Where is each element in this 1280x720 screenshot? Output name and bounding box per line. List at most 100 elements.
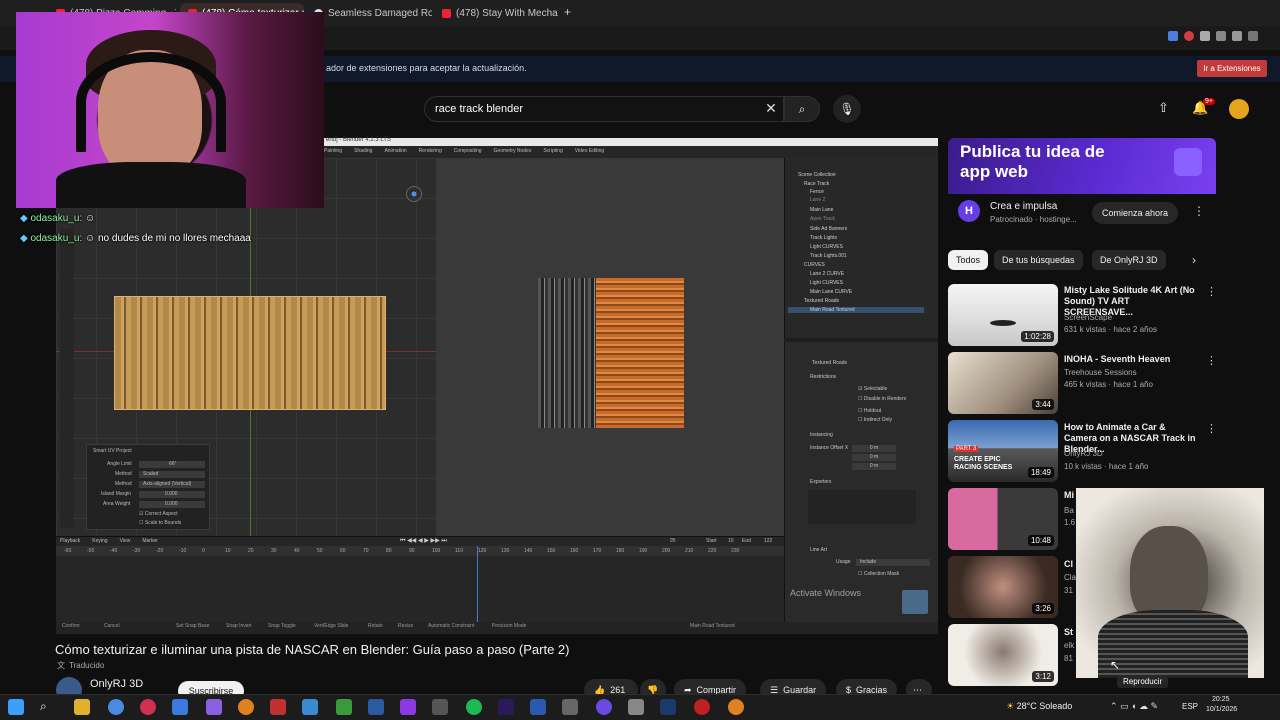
navigation-gizmo-icon[interactable] <box>406 186 422 202</box>
selectable-checkbox[interactable]: ☑ Selectable <box>858 386 887 392</box>
voicemod-icon[interactable] <box>270 699 286 715</box>
uv-row-value[interactable]: 0.000 <box>139 501 205 508</box>
properties-section[interactable]: Restrictions <box>810 374 836 380</box>
properties-section[interactable]: Line Art <box>810 547 827 553</box>
search-button[interactable]: ⌕ <box>784 96 820 122</box>
related-video-title[interactable]: INOHA - Seventh Heaven <box>1064 354 1200 365</box>
channel-name[interactable]: OnlyRJ 3D <box>90 678 143 690</box>
instance-offset-y[interactable]: 0 m <box>852 454 896 461</box>
playback-controls[interactable]: ⏮ ◀◀ ◀ ▶ ▶▶ ⏭ <box>400 537 447 545</box>
app-icon[interactable] <box>432 699 448 715</box>
menu-icon[interactable] <box>1248 31 1258 41</box>
related-video-title[interactable]: Mi <box>1064 490 1074 500</box>
go-to-extensions-button[interactable]: Ir a Extensiones <box>1197 60 1267 77</box>
app-icon[interactable] <box>694 699 710 715</box>
clock-time[interactable]: 20:25 <box>1212 696 1230 703</box>
video-player[interactable]: end] - Blender 4.2.3 LTS Painting Shadin… <box>56 137 938 634</box>
chip-all[interactable]: Todos <box>948 250 989 270</box>
blender-icon[interactable] <box>728 699 744 715</box>
timeline-menu[interactable]: Marker <box>142 538 158 544</box>
uv-row-value[interactable]: Scaled <box>139 471 205 478</box>
language-indicator[interactable]: ESP <box>1182 702 1198 711</box>
uv-row-value[interactable]: 66° <box>139 461 205 468</box>
app-icon[interactable] <box>336 699 352 715</box>
disable-in-renders-checkbox[interactable]: ☐ Disable in Renders <box>858 396 906 402</box>
outliner-item-selected[interactable]: Main Road Textured <box>788 307 924 313</box>
outliner-item[interactable]: Light CURVES <box>810 244 843 250</box>
edge-icon[interactable] <box>172 699 188 715</box>
system-tray-icons[interactable]: ⌃ ▭ ◖ ☁ ✎ <box>1110 701 1158 712</box>
shield-icon[interactable] <box>1216 31 1226 41</box>
browser-tab[interactable]: (478) Stay With Mecha - Y... <box>434 3 560 23</box>
properties-section[interactable]: Instancing <box>810 432 833 438</box>
browser-tab[interactable]: Seamless Damaged Road... <box>306 3 432 23</box>
outliner-item[interactable]: Main Lane CURVE <box>810 289 852 295</box>
uv-row-value[interactable]: 0.000 <box>139 491 205 498</box>
end-frame[interactable]: 122 <box>764 538 772 544</box>
outliner-item[interactable]: Side Ad Banners <box>810 226 847 232</box>
related-video-channel[interactable]: Ba <box>1064 506 1074 515</box>
account-avatar[interactable] <box>1229 99 1249 119</box>
visual-studio-icon[interactable] <box>368 699 384 715</box>
opera-icon[interactable] <box>140 699 156 715</box>
related-more-icon[interactable]: ⋮ <box>1206 422 1217 435</box>
outliner-item[interactable]: Race Track <box>804 181 829 187</box>
indirect-only-checkbox[interactable]: ☐ Indirect Only <box>858 417 892 423</box>
usage-select[interactable]: Include <box>856 559 930 566</box>
timeline-menu[interactable]: View <box>120 538 131 544</box>
related-video-thumbnail[interactable]: 1:02:28 <box>948 284 1058 346</box>
related-video-channel[interactable]: Treehouse Sessions <box>1064 368 1137 377</box>
outliner-item[interactable]: Scene Collection <box>798 172 836 178</box>
holdout-checkbox[interactable]: ☐ Holdout <box>858 408 881 414</box>
app-icon[interactable] <box>206 699 222 715</box>
outliner-item[interactable]: Track Lights <box>810 235 837 241</box>
related-video-thumbnail[interactable]: 3:44 <box>948 352 1058 414</box>
outliner-item[interactable]: CURVES <box>804 262 825 268</box>
related-more-icon[interactable]: ⋮ <box>1206 354 1217 367</box>
search-input[interactable]: race track blender <box>424 96 784 122</box>
related-video-channel[interactable]: elk <box>1064 641 1074 650</box>
related-more-icon[interactable]: ⋮ <box>1206 285 1217 298</box>
chrome-icon[interactable] <box>108 699 124 715</box>
current-frame[interactable]: 95 <box>670 538 676 544</box>
settings-icon[interactable] <box>562 699 578 715</box>
chip-from-channel[interactable]: De OnlyRJ 3D <box>1092 250 1166 270</box>
file-explorer-icon[interactable] <box>74 699 90 715</box>
outliner-item[interactable]: Lane 2 <box>810 197 825 203</box>
spotify-icon[interactable] <box>466 699 482 715</box>
discord-icon[interactable] <box>596 699 612 715</box>
voice-search-button[interactable]: 🎙 <box>833 95 861 123</box>
app-icon[interactable] <box>400 699 416 715</box>
instance-offset-x[interactable]: 0 m <box>852 445 896 452</box>
chip-from-searches[interactable]: De tus búsquedas <box>994 250 1083 270</box>
download-icon[interactable] <box>1232 31 1242 41</box>
outliner-item[interactable]: Textured Roads <box>804 298 839 304</box>
windows-start-icon[interactable] <box>8 699 24 715</box>
related-video-thumbnail[interactable]: 3:12 <box>948 624 1058 686</box>
blender-icon[interactable] <box>238 699 254 715</box>
related-video-thumbnail[interactable]: 3:26 <box>948 556 1058 618</box>
search-icon[interactable]: ⌕ <box>40 699 56 715</box>
scale-to-bounds-checkbox[interactable]: ☐ Scale to Bounds <box>139 520 181 526</box>
correct-aspect-checkbox[interactable]: ☑ Correct Aspect <box>139 511 178 517</box>
word-icon[interactable] <box>530 699 546 715</box>
app-icon[interactable] <box>302 699 318 715</box>
instance-offset-z[interactable]: 0 m <box>852 463 896 470</box>
related-video-channel[interactable]: Cla <box>1064 573 1076 582</box>
related-video-channel[interactable]: ScreenScape <box>1064 313 1112 322</box>
uv-row-value[interactable]: Axis-aligned (Vertical) <box>139 481 205 488</box>
outliner-item[interactable]: Fence <box>810 189 824 195</box>
clear-search-icon[interactable]: ✕ <box>763 100 779 116</box>
related-video-title[interactable]: Cl <box>1064 559 1073 569</box>
puzzle-icon[interactable] <box>1200 31 1210 41</box>
outliner-item[interactable]: Light CURVES <box>810 280 843 286</box>
outliner-item[interactable]: Track Lights.001 <box>810 253 847 259</box>
app-icon[interactable] <box>628 699 644 715</box>
related-video-thumbnail[interactable]: 10:48 <box>948 488 1058 550</box>
start-frame[interactable]: 10 <box>728 538 734 544</box>
ad-more-icon[interactable]: ⋮ <box>1193 204 1205 218</box>
steam-icon[interactable] <box>660 699 676 715</box>
outliner-item[interactable]: Main Lane <box>810 207 833 213</box>
upload-icon[interactable]: ⇧ <box>1158 100 1169 116</box>
translate-icon[interactable] <box>1168 31 1178 41</box>
